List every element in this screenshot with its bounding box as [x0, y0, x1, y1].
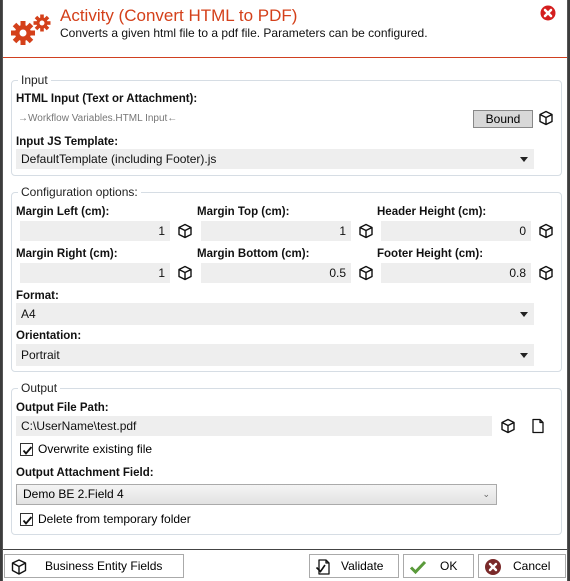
margin-right-label: Margin Right (cm): [16, 248, 118, 260]
cube-icon[interactable] [177, 223, 193, 239]
checkbox-box[interactable] [20, 442, 33, 456]
margin-top-input[interactable]: 1 [201, 221, 351, 241]
footer-height-input[interactable]: 0.8 [381, 263, 531, 283]
margin-left-label: Margin Left (cm): [16, 206, 110, 218]
business-entity-fields-button[interactable]: Business Entity Fields [4, 554, 184, 578]
overwrite-label: Overwrite existing file [38, 442, 153, 456]
cube-icon[interactable] [358, 265, 374, 281]
margin-top-label: Margin Top (cm): [197, 206, 290, 218]
activity-dialog: Activity (Convert HTML to PDF) Converts … [2, 0, 568, 581]
header-height-label: Header Height (cm): [377, 206, 487, 218]
footer-height-label: Footer Height (cm): [377, 248, 484, 260]
output-attachment-field-label: Output Attachment Field: [16, 467, 154, 479]
margin-bottom-label: Margin Bottom (cm): [197, 248, 310, 260]
html-input-binding[interactable]: →Workflow Variables.HTML Input← [18, 113, 177, 124]
orientation-select[interactable]: Portrait [16, 344, 534, 366]
format-value: A4 [21, 307, 36, 321]
output-legend: Output [18, 381, 61, 395]
bound-button[interactable]: Bound [473, 110, 533, 128]
check-icon [22, 445, 33, 455]
ok-button[interactable]: OK [403, 554, 474, 578]
cube-icon[interactable] [538, 223, 554, 239]
margin-left-input[interactable]: 1 [20, 221, 170, 241]
js-template-label: Input JS Template: [16, 136, 119, 148]
configuration-legend: Configuration options: [18, 185, 141, 199]
output-attachment-field-select[interactable]: Demo BE 2.Field 4 ⌄ [16, 484, 497, 505]
cancel-button[interactable]: Cancel [478, 554, 566, 578]
validate-label: Validate [341, 559, 384, 573]
header-height-input[interactable]: 0 [381, 221, 531, 241]
cube-icon[interactable] [538, 265, 554, 281]
output-group: Output Output File Path: C:\UserName\tes… [11, 381, 562, 535]
input-group: Input HTML Input (Text or Attachment): →… [11, 73, 562, 176]
cancel-icon [485, 559, 501, 575]
checkmark-icon [409, 560, 427, 575]
business-entity-fields-label: Business Entity Fields [45, 559, 163, 573]
dropdown-arrow-icon [520, 157, 528, 162]
configuration-group: Configuration options: Margin Left (cm):… [11, 185, 562, 372]
dialog-title: Activity (Convert HTML to PDF) [60, 6, 298, 25]
overwrite-checkbox[interactable]: Overwrite existing file [20, 442, 152, 456]
dialog-footer: Business Entity Fields Validate OK Cance… [3, 549, 567, 581]
cube-icon[interactable] [500, 418, 516, 434]
chevron-down-icon: ⌄ [482, 489, 490, 499]
delete-temp-checkbox[interactable]: Delete from temporary folder [20, 512, 191, 526]
check-icon [22, 515, 33, 525]
validate-icon [315, 559, 330, 575]
checkbox-box[interactable] [20, 512, 33, 526]
output-file-path-input[interactable]: C:\UserName\test.pdf [16, 416, 492, 436]
delete-temp-label: Delete from temporary folder [38, 512, 191, 526]
ok-label: OK [440, 559, 458, 573]
js-template-value: DefaultTemplate (including Footer).js [21, 152, 217, 166]
html-input-label: HTML Input (Text or Attachment): [16, 93, 198, 105]
js-template-select[interactable]: DefaultTemplate (including Footer).js [16, 149, 534, 169]
cube-icon [11, 559, 27, 575]
dropdown-arrow-icon [520, 312, 528, 317]
output-attachment-field-value: Demo BE 2.Field 4 [23, 487, 124, 501]
orientation-label: Orientation: [16, 330, 82, 342]
output-file-path-label: Output File Path: [16, 402, 109, 414]
dialog-header: Activity (Convert HTML to PDF) Converts … [3, 0, 567, 58]
margin-bottom-input[interactable]: 0.5 [201, 263, 351, 283]
input-legend: Input [18, 73, 51, 87]
dropdown-arrow-icon [520, 353, 528, 358]
file-icon[interactable] [530, 418, 546, 434]
gears-icon [11, 14, 51, 45]
format-select[interactable]: A4 [16, 303, 534, 325]
margin-right-input[interactable]: 1 [20, 263, 170, 283]
close-icon[interactable] [540, 5, 556, 21]
cube-icon[interactable] [177, 265, 193, 281]
format-label: Format: [16, 290, 59, 302]
dialog-subtitle: Converts a given html file to a pdf file… [60, 26, 428, 40]
validate-button[interactable]: Validate [309, 554, 399, 578]
orientation-value: Portrait [21, 348, 60, 362]
cube-icon[interactable] [538, 110, 554, 126]
cancel-label: Cancel [513, 559, 551, 573]
cube-icon[interactable] [358, 223, 374, 239]
